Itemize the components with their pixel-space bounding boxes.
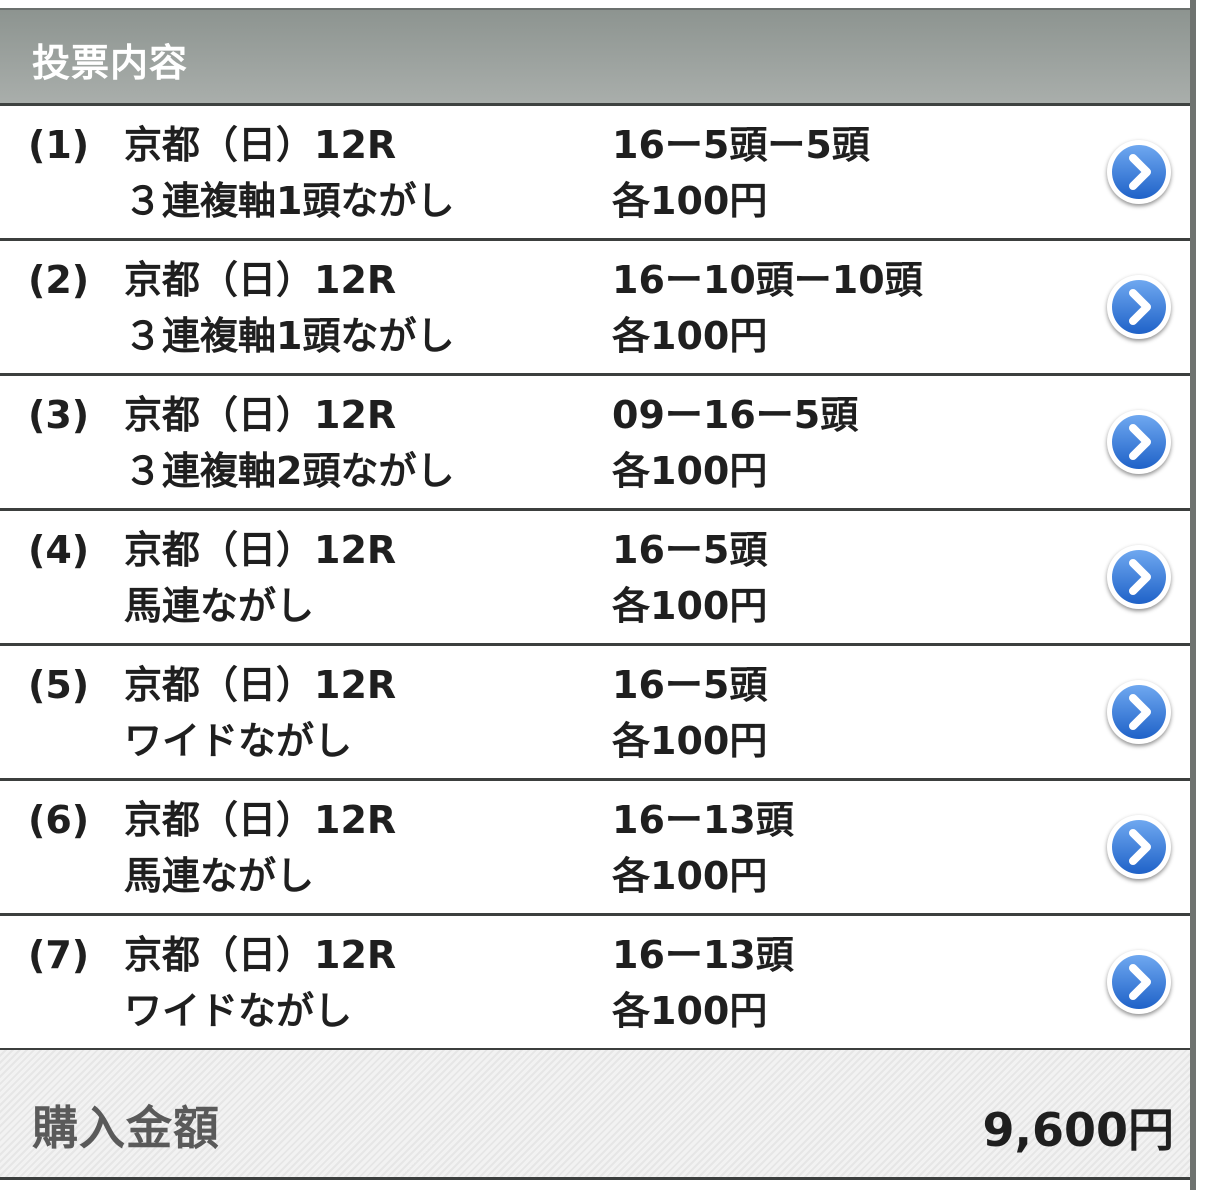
bet-row-1[interactable]: (1) 京都（日）12R ３連複軸1頭ながし 16ー5頭ー5頭 各100円 bbox=[0, 106, 1190, 241]
bet-row-5[interactable]: (5) 京都（日）12R ワイドながし 16ー5頭 各100円 bbox=[0, 646, 1190, 781]
bet-type: 馬連ながし bbox=[124, 854, 315, 898]
bet-amount: 各100円 bbox=[612, 854, 768, 898]
bet-list: (1) 京都（日）12R ３連複軸1頭ながし 16ー5頭ー5頭 各100円 (2… bbox=[0, 106, 1190, 1051]
bet-combination: 16ー5頭 bbox=[612, 663, 768, 707]
section-header: 投票内容 bbox=[0, 10, 1190, 106]
bet-row-4[interactable]: (4) 京都（日）12R 馬連ながし 16ー5頭 各100円 bbox=[0, 511, 1190, 646]
bet-type: ３連複軸2頭ながし bbox=[124, 449, 455, 493]
bet-index: (4) bbox=[28, 528, 90, 572]
bet-index: (7) bbox=[28, 933, 90, 977]
bet-race: 京都（日）12R bbox=[124, 528, 397, 572]
bottom-spacer bbox=[0, 1180, 1190, 1190]
bet-amount: 各100円 bbox=[612, 989, 768, 1033]
bet-index: (2) bbox=[28, 258, 90, 302]
chevron-right-circle-icon[interactable] bbox=[1107, 545, 1171, 609]
bet-type: ３連複軸1頭ながし bbox=[124, 314, 455, 358]
bet-race: 京都（日）12R bbox=[124, 798, 397, 842]
bet-race: 京都（日）12R bbox=[124, 123, 397, 167]
section-title: 投票内容 bbox=[32, 41, 189, 85]
bet-amount: 各100円 bbox=[612, 314, 768, 358]
bet-combination: 16ー10頭ー10頭 bbox=[612, 258, 923, 302]
bet-type: ワイドながし bbox=[124, 719, 353, 763]
bet-type: 馬連ながし bbox=[124, 584, 315, 628]
chevron-right-circle-icon[interactable] bbox=[1107, 680, 1171, 744]
scrollbar-rail[interactable] bbox=[1190, 0, 1206, 1190]
chevron-right-circle-icon[interactable] bbox=[1107, 410, 1171, 474]
bet-index: (6) bbox=[28, 798, 90, 842]
bet-type: ３連複軸1頭ながし bbox=[124, 179, 455, 223]
bet-row-2[interactable]: (2) 京都（日）12R ３連複軸1頭ながし 16ー10頭ー10頭 各100円 bbox=[0, 241, 1190, 376]
bet-amount: 各100円 bbox=[612, 719, 768, 763]
purchase-total-label: 購入金額 bbox=[32, 1101, 220, 1155]
bet-amount: 各100円 bbox=[612, 584, 768, 628]
bet-amount: 各100円 bbox=[612, 449, 768, 493]
purchase-total-amount: 9,600円 bbox=[982, 1103, 1174, 1157]
chevron-right-circle-icon[interactable] bbox=[1107, 815, 1171, 879]
chevron-right-circle-icon[interactable] bbox=[1107, 950, 1171, 1014]
top-divider bbox=[0, 0, 1206, 10]
bet-combination: 16ー5頭 bbox=[612, 528, 768, 572]
bet-race: 京都（日）12R bbox=[124, 933, 397, 977]
bet-race: 京都（日）12R bbox=[124, 663, 397, 707]
bet-row-6[interactable]: (6) 京都（日）12R 馬連ながし 16ー13頭 各100円 bbox=[0, 781, 1190, 916]
bet-index: (5) bbox=[28, 663, 90, 707]
bet-row-3[interactable]: (3) 京都（日）12R ３連複軸2頭ながし 09ー16ー5頭 各100円 bbox=[0, 376, 1190, 511]
bet-combination: 16ー13頭 bbox=[612, 933, 794, 977]
bet-combination: 09ー16ー5頭 bbox=[612, 393, 859, 437]
chevron-right-circle-icon[interactable] bbox=[1107, 140, 1171, 204]
chevron-right-circle-icon[interactable] bbox=[1107, 275, 1171, 339]
bet-race: 京都（日）12R bbox=[124, 258, 397, 302]
bet-index: (1) bbox=[28, 123, 90, 167]
bet-race: 京都（日）12R bbox=[124, 393, 397, 437]
bet-amount: 各100円 bbox=[612, 179, 768, 223]
bet-type: ワイドながし bbox=[124, 989, 353, 1033]
bet-combination: 16ー13頭 bbox=[612, 798, 794, 842]
bet-combination: 16ー5頭ー5頭 bbox=[612, 123, 870, 167]
purchase-total-bar: 購入金額 9,600円 bbox=[0, 1050, 1190, 1180]
bet-index: (3) bbox=[28, 393, 90, 437]
bet-row-7[interactable]: (7) 京都（日）12R ワイドながし 16ー13頭 各100円 bbox=[0, 916, 1190, 1051]
